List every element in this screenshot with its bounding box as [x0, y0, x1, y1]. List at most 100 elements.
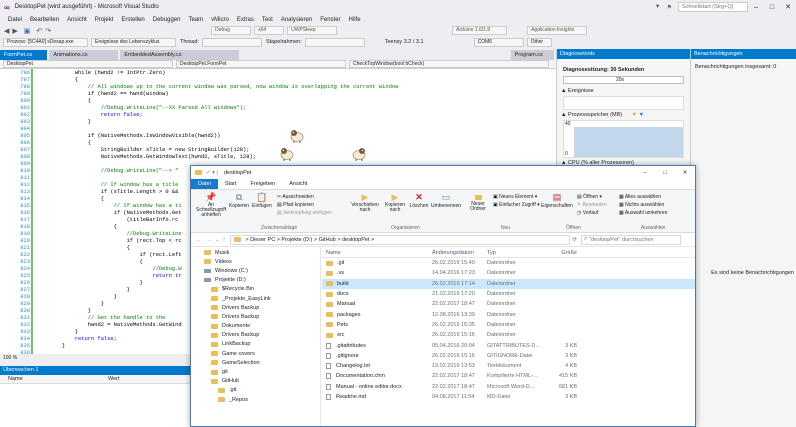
- paste-shortcut-button[interactable]: ▤ Verknüpfung einfügen: [277, 209, 332, 217]
- editor-tab[interactable]: Program.cs: [510, 50, 554, 60]
- editor-tab[interactable]: EmbeddedAssembly.cs: [120, 50, 239, 60]
- new-item-button[interactable]: ▣ Neues Element ▾: [493, 193, 540, 201]
- file-row[interactable]: docs 21.02.2019 17:20 Dateiordner: [322, 289, 695, 299]
- nav-item[interactable]: Game covers: [191, 349, 320, 358]
- app-insights-button[interactable]: Application Insights: [527, 26, 588, 35]
- nav-item[interactable]: GitHub: [191, 377, 320, 386]
- config-select[interactable]: Debug: [211, 26, 252, 35]
- ribbon-tab[interactable]: Start: [218, 179, 244, 189]
- file-row[interactable]: Documentation.chm 22.02.2017 18:47 Kompili…: [322, 371, 695, 381]
- col-date-header[interactable]: Änderungsdatum: [432, 250, 487, 256]
- menu-item[interactable]: Ansicht: [67, 17, 87, 23]
- menu-item[interactable]: vMicro: [211, 17, 229, 23]
- nav-item[interactable]: Dokumente: [191, 322, 320, 331]
- save-icon[interactable]: ▣: [24, 27, 31, 35]
- minimize-button[interactable]: –: [748, 4, 764, 11]
- target-select[interactable]: UWPSleep: [287, 26, 338, 35]
- nav-item[interactable]: Drivers Backup: [191, 312, 320, 321]
- quick-launch-input[interactable]: Schnellstart (Strg+Q): [678, 2, 748, 12]
- copy-to-button[interactable]: ▶ Kopieren nach: [381, 192, 409, 213]
- cut-button[interactable]: ✂ Ausschneiden: [277, 193, 332, 201]
- move-to-button[interactable]: ▶ Verschieben nach: [351, 192, 379, 213]
- menu-item[interactable]: Debuggen: [153, 17, 181, 23]
- menu-item[interactable]: Bearbeiten: [30, 17, 59, 23]
- thread-select[interactable]: [201, 37, 262, 47]
- nav-item[interactable]: Drivers Backup: [191, 331, 320, 340]
- search-box[interactable]: ⌕ "desktopPet" durchsuchen: [580, 234, 681, 245]
- board-select[interactable]: Teensy 3.2 / 3.1: [385, 39, 424, 45]
- explorer-close-button[interactable]: ✕: [675, 170, 695, 176]
- edit-button[interactable]: ✎ Bearbeiten: [577, 201, 607, 209]
- editor-tab[interactable]: Animations.cs: [49, 50, 119, 60]
- select-all-button[interactable]: ▦ Alles auswählen: [619, 193, 667, 201]
- open-button[interactable]: ▤ Öffnen ▾: [577, 193, 607, 201]
- menu-item[interactable]: Projekt: [95, 17, 114, 23]
- recent-icon[interactable]: ⌄: [215, 237, 220, 243]
- filter-icon[interactable]: ▼: [655, 4, 661, 10]
- quick-access-toolbar[interactable]: ✓ ▾ |: [206, 170, 218, 176]
- file-row[interactable]: Pets 26.02.2019 15:35 Dateiordner: [322, 320, 695, 330]
- watch-col-name[interactable]: Name: [8, 376, 108, 382]
- nav-item[interactable]: Projekte (D:): [191, 276, 320, 285]
- file-row[interactable]: .vs 14.04.2016 17:23 Dateiordner: [322, 268, 695, 278]
- menu-item[interactable]: Test: [262, 17, 273, 23]
- back-icon[interactable]: ◀: [4, 27, 9, 35]
- menu-item[interactable]: Extras: [237, 17, 254, 23]
- history-button[interactable]: ◷ Verlauf: [577, 209, 607, 217]
- events-section[interactable]: ▲ Ereignisse: [557, 88, 690, 94]
- delete-button[interactable]: ✕ Löschen: [409, 192, 429, 209]
- navigation-pane[interactable]: Musik Videos Windows (C:) Projekte (D:) $Rec…: [191, 248, 321, 426]
- refresh-icon[interactable]: ⟳: [572, 237, 577, 243]
- file-row[interactable]: .gitignore 26.02.2019 15:16 GITIGNORE-Date…: [322, 351, 695, 361]
- nav-item[interactable]: GameSelection: [191, 358, 320, 367]
- flag-icon[interactable]: ⚑: [667, 4, 672, 11]
- ribbon-tab[interactable]: Datei: [191, 179, 218, 189]
- address-bar[interactable]: > Dieser PC > Projekte (D:) > GitHub > d…: [230, 234, 571, 245]
- col-name-header[interactable]: Name: [322, 250, 432, 256]
- nav-item[interactable]: Videos: [191, 257, 320, 266]
- file-row[interactable]: Changelog.txt 19.02.2019 13:53 Textdokumen…: [322, 361, 695, 371]
- nav-method-select[interactable]: CheckTopWindow(bool bCheck): [349, 60, 549, 68]
- pin-button[interactable]: 📌 An Schnellzugriff anheften: [195, 192, 227, 218]
- nav-item[interactable]: _Projekte_EasyLink: [191, 294, 320, 303]
- rename-button[interactable]: ▭ Umbenennen: [431, 192, 461, 209]
- arduino-select[interactable]: Arduino 1.6/1.8: [452, 26, 508, 35]
- maximize-button[interactable]: □: [764, 4, 780, 11]
- platform-select[interactable]: x64: [254, 26, 285, 35]
- timeline-ruler[interactable]: 20s: [563, 76, 684, 84]
- other-select[interactable]: Other: [526, 37, 552, 47]
- editor-tab[interactable]: FormPet.cs: [0, 50, 48, 60]
- nav-item[interactable]: Musik: [191, 248, 320, 257]
- nav-item[interactable]: LinkBackup: [191, 340, 320, 349]
- col-type-header[interactable]: Typ: [487, 250, 537, 256]
- menu-item[interactable]: Erstellen: [121, 17, 144, 23]
- file-row[interactable]: .git 26.02.2019 15:40 Dateiordner: [322, 258, 695, 268]
- zoom-select[interactable]: 100 %: [3, 355, 17, 361]
- lifecycle-events-select[interactable]: Ereignisse des Lebenszyklus: [91, 37, 176, 47]
- copy-button[interactable]: ⧉ Kopieren: [229, 192, 249, 209]
- file-list[interactable]: Name Änderungsdatum Typ Größe .git 26.02.…: [322, 248, 695, 426]
- forward-nav-icon[interactable]: →: [207, 237, 213, 243]
- file-row[interactable]: packages 12.08.2016 13:39 Dateiordner: [322, 309, 695, 319]
- stack-select[interactable]: [304, 37, 365, 47]
- back-nav-icon[interactable]: ←: [196, 237, 202, 243]
- breadcrumb[interactable]: > Dieser PC > Projekte (D:) > GitHub > d…: [245, 237, 374, 243]
- pet-sheep-sprite[interactable]: [280, 147, 294, 161]
- select-none-button[interactable]: ▦ Nichts auswählen: [619, 201, 667, 209]
- menu-item[interactable]: Analysieren: [281, 17, 312, 23]
- process-select[interactable]: Prozess: [5C4A0] sDesap.exe: [3, 37, 88, 47]
- close-button[interactable]: ✕: [780, 3, 796, 11]
- notifications-title[interactable]: Benachrichtigungen: [691, 49, 796, 59]
- invert-selection-button[interactable]: ▦ Auswahl umkehren: [619, 209, 667, 217]
- properties-button[interactable]: ▤ Eigenschaften: [541, 192, 573, 209]
- file-row[interactable]: build 26.02.2019 17:14 Dateiordner: [322, 278, 695, 289]
- nav-item[interactable]: Windows (C:): [191, 266, 320, 275]
- file-row[interactable]: .gitattributes 05.04.2016 20:04 GITATTRIBU…: [322, 340, 695, 350]
- ribbon-tab[interactable]: Ansicht: [282, 179, 314, 189]
- ribbon-tab[interactable]: Freigeben: [243, 179, 282, 189]
- up-icon[interactable]: ↑: [223, 237, 226, 243]
- pet-sheep-sprite[interactable]: [290, 129, 304, 143]
- forward-icon[interactable]: ▶: [12, 27, 17, 35]
- menu-item[interactable]: Fenster: [320, 17, 340, 23]
- nav-item[interactable]: .git: [191, 386, 320, 395]
